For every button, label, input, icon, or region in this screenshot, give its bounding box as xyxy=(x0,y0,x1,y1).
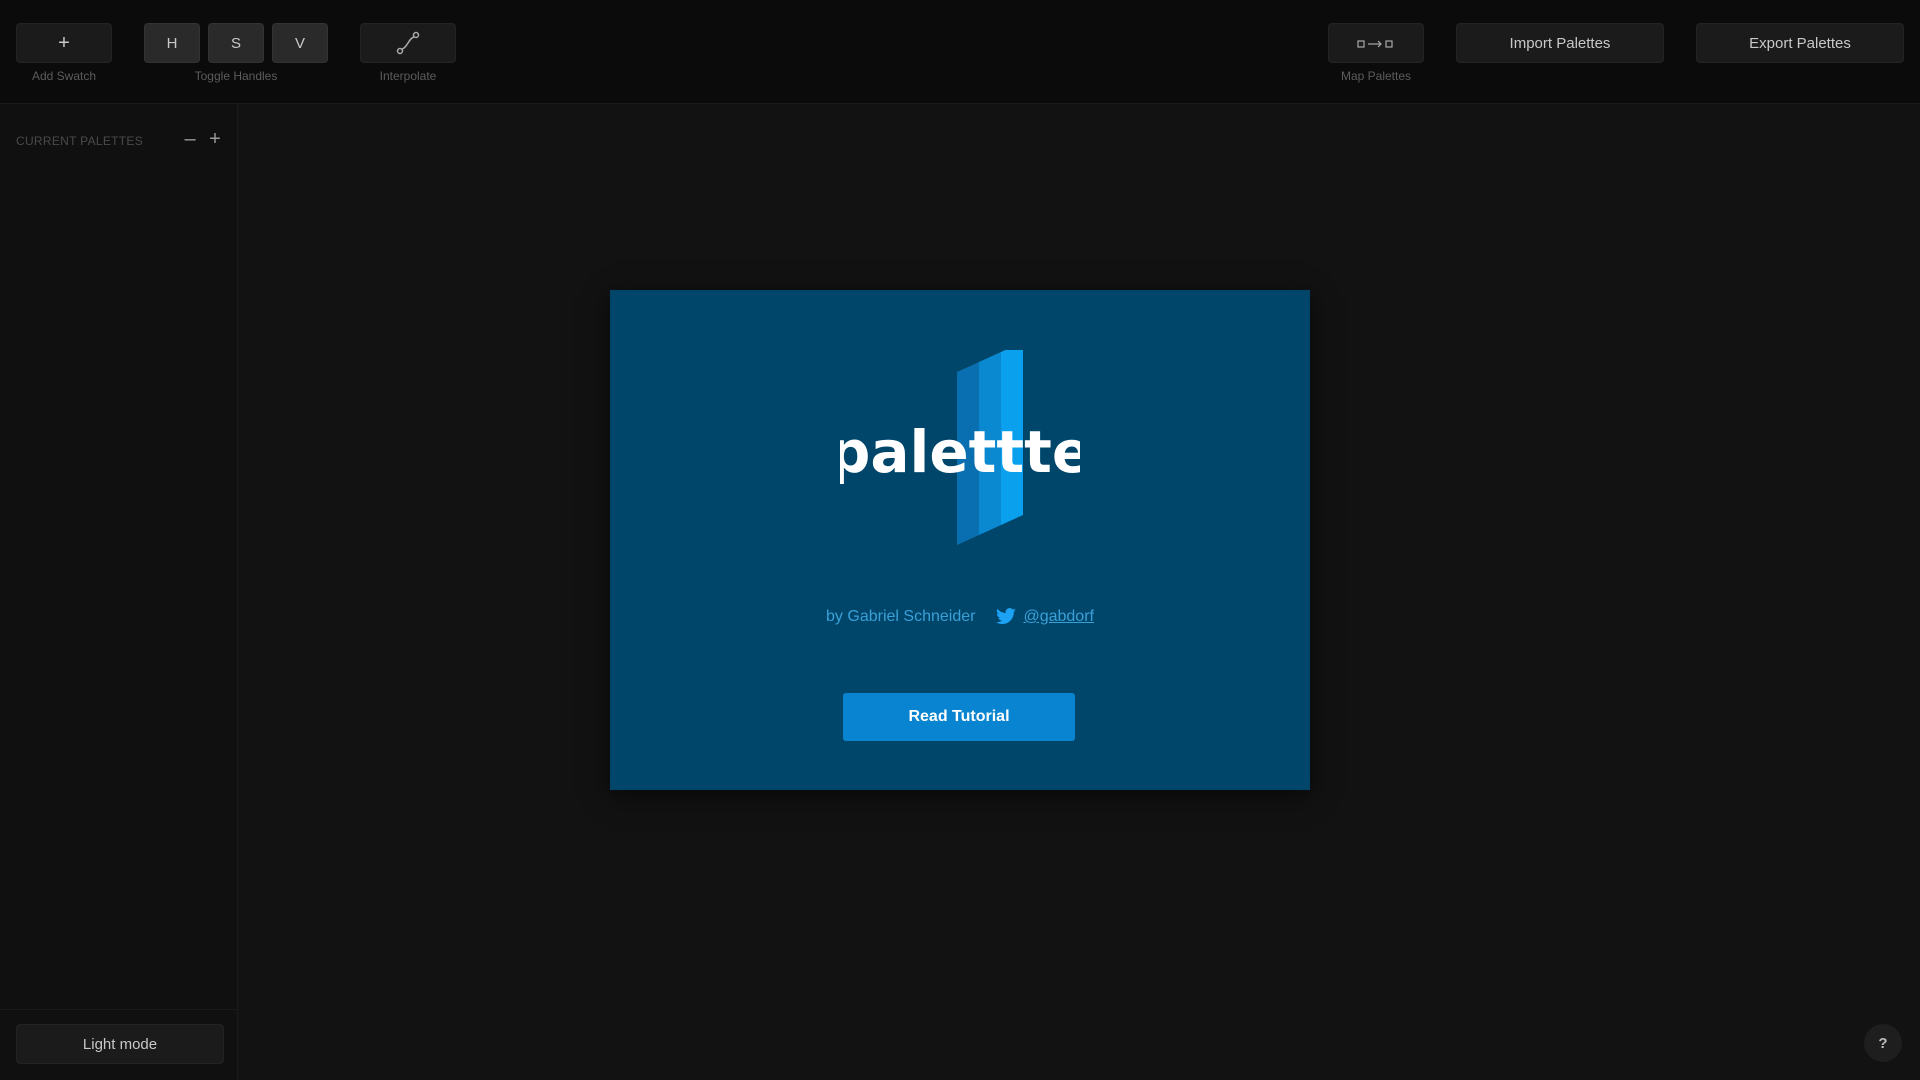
interpolate-button[interactable] xyxy=(360,23,456,63)
author-name: by Gabriel Schneider xyxy=(826,608,976,625)
add-swatch-label: Add Swatch xyxy=(31,69,97,83)
import-palettes-button[interactable]: Import Palettes xyxy=(1456,23,1664,63)
current-palettes-heading: CURRENT PALETTES xyxy=(16,134,144,148)
plus-icon: + xyxy=(58,31,70,54)
twitter-bird-icon xyxy=(996,608,1017,625)
logo-text: palettte xyxy=(840,418,1080,486)
interpolate-label: Interpolate xyxy=(379,69,437,83)
interpolate-icon xyxy=(396,31,420,55)
sidebar-footer: Light mode xyxy=(0,1009,238,1080)
toggle-v-button[interactable]: V xyxy=(272,23,328,63)
read-tutorial-button[interactable]: Read Tutorial xyxy=(843,693,1075,741)
toggle-h-button[interactable]: H xyxy=(144,23,200,63)
welcome-modal: palettte by Gabriel Schneider @gabdorf R… xyxy=(610,290,1310,790)
twitter-handle-link[interactable]: @gabdorf xyxy=(1023,608,1094,626)
logo-stripes: palettte xyxy=(829,342,1091,545)
byline: by Gabriel Schneider @gabdorf xyxy=(610,608,1310,626)
toggle-s-button[interactable]: S xyxy=(208,23,264,63)
minus-icon[interactable]: – xyxy=(180,128,200,151)
sidebar: CURRENT PALETTES – + Light mode xyxy=(0,104,238,1080)
plus-icon[interactable]: + xyxy=(205,128,225,151)
map-arrow-icon xyxy=(1357,40,1393,48)
help-button[interactable]: ? xyxy=(1864,1024,1902,1062)
toolbar: + Add Swatch H S V Toggle Handles Interp… xyxy=(0,0,1920,104)
toggle-handles-label: Toggle Handles xyxy=(194,69,278,83)
map-palettes-button[interactable] xyxy=(1328,23,1424,63)
palettte-logo: palettte xyxy=(829,342,1091,550)
light-mode-button[interactable]: Light mode xyxy=(16,1024,224,1064)
map-palettes-label: Map Palettes xyxy=(1340,69,1412,83)
export-palettes-button[interactable]: Export Palettes xyxy=(1696,23,1904,63)
add-swatch-button[interactable]: + xyxy=(16,23,112,63)
